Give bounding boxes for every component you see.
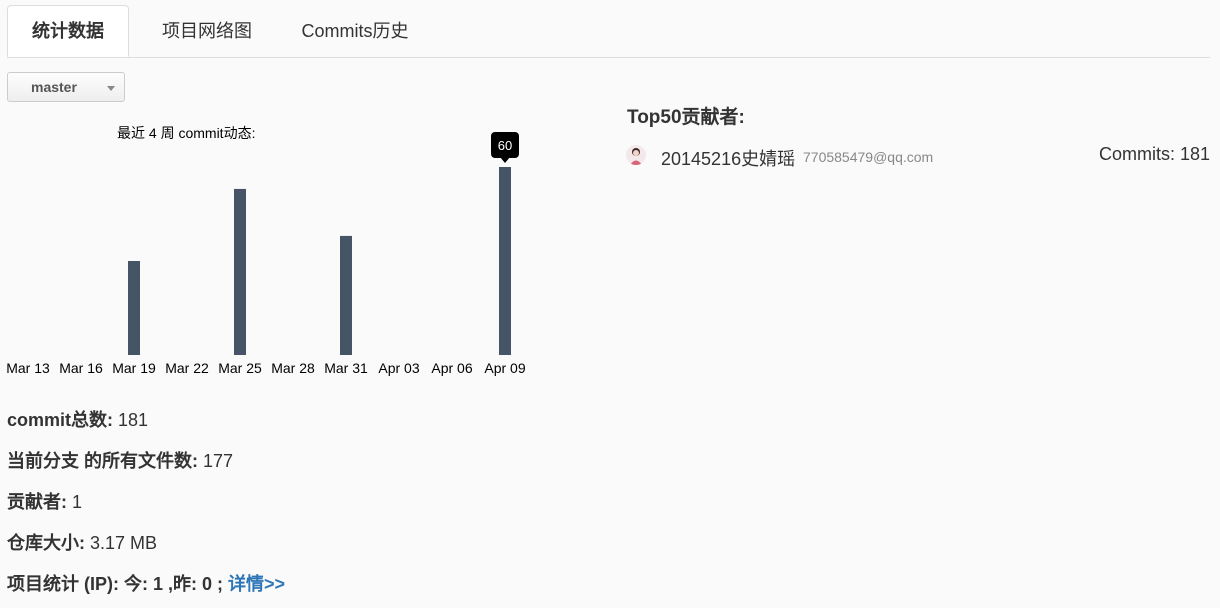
stat-commit-total: commit总数: 181 (7, 406, 148, 432)
bar-tooltip: 60 (491, 132, 519, 163)
stat-contributors-value: 1 (72, 492, 83, 512)
stat-commit-total-label: commit总数: (7, 410, 114, 430)
x-tick-label: Apr 03 (378, 360, 419, 376)
x-tick-label: Apr 09 (484, 360, 525, 376)
x-tick-label: Mar 13 (6, 360, 50, 376)
chart-bar[interactable] (340, 235, 352, 355)
stat-contributors: 贡献者: 1 (7, 488, 82, 514)
x-tick-label: Mar 16 (59, 360, 103, 376)
tooltip-value: 60 (498, 138, 512, 153)
tab-commits-history[interactable]: Commits历史 (290, 5, 420, 57)
tab-statistics[interactable]: 统计数据 (7, 5, 129, 57)
top-contributors-title: Top50贡献者: (627, 107, 745, 128)
stat-repo-size-label: 仓库大小: (7, 533, 85, 553)
chart-bar[interactable] (234, 188, 246, 355)
chevron-down-icon (107, 86, 115, 91)
stat-repo-size: 仓库大小: 3.17 MB (7, 529, 157, 555)
x-tick-label: Apr 06 (431, 360, 472, 376)
chart-bar[interactable] (128, 261, 140, 355)
tab-bar: 统计数据 项目网络图 Commits历史 (7, 5, 1210, 58)
branch-select-value: master (31, 79, 77, 95)
stat-contributors-label: 贡献者: (7, 492, 67, 512)
x-tick-label: Mar 28 (271, 360, 315, 376)
stat-file-count-value: 177 (203, 451, 234, 471)
stat-project-ip-label: 项目统计 (IP): 今: 1 ,昨: 0 ; (7, 574, 223, 594)
stat-repo-size-value: 3.17 MB (90, 533, 158, 553)
contributor-commits: Commits: 181 (1098, 144, 1210, 164)
chart-bar[interactable] (499, 167, 511, 355)
detail-link[interactable]: 详情>> (228, 574, 285, 594)
contributor-name[interactable]: 20145216史婧瑶 (661, 145, 795, 171)
user-avatar-icon[interactable] (626, 145, 646, 165)
x-tick-label: Mar 25 (218, 360, 262, 376)
stat-file-count-label: 当前分支 的所有文件数: (7, 451, 198, 471)
x-tick-label: Mar 31 (324, 360, 368, 376)
x-tick-label: Mar 22 (165, 360, 209, 376)
stat-file-count: 当前分支 的所有文件数: 177 (7, 447, 233, 473)
tab-network-graph[interactable]: 项目网络图 (152, 5, 262, 57)
branch-select[interactable]: master (7, 72, 125, 102)
stat-project-ip: 项目统计 (IP): 今: 1 ,昨: 0 ; 详情>> (7, 570, 285, 596)
contributor-email: 770585479@qq.com (803, 149, 934, 165)
stat-commit-total-value: 181 (118, 410, 149, 430)
x-tick-label: Mar 19 (112, 360, 156, 376)
commit-activity-chart: Mar 13 Mar 16 Mar 19 Mar 22 Mar 25 Mar 28 Mar … (6, 132, 526, 376)
